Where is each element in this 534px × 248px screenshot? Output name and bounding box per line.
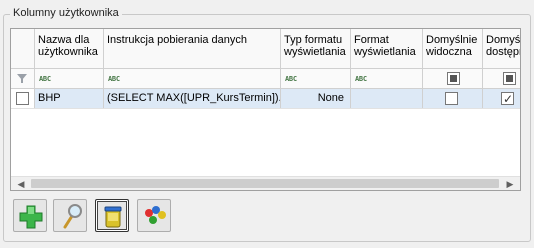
default-available-checkbox[interactable]: [501, 90, 514, 108]
colors-button[interactable]: [137, 199, 171, 232]
trash-icon: [104, 206, 122, 228]
header-default-available[interactable]: Domyślnie dostępna: [483, 29, 520, 68]
balls-icon: [145, 206, 166, 224]
cell-format-type[interactable]: None: [281, 89, 351, 108]
filter-checkbox-visible[interactable]: [447, 72, 460, 85]
horizontal-scrollbar[interactable]: ◀ ▶: [11, 176, 520, 190]
table-row[interactable]: BHP (SELECT MAX([UPR_KursTermin])... Non…: [11, 89, 520, 109]
text-filter-icon: ABC: [39, 75, 51, 83]
filter-format-type[interactable]: ABC: [281, 69, 351, 88]
row-select-checkbox[interactable]: [16, 92, 29, 105]
cell-default-visible[interactable]: [423, 89, 483, 108]
filter-name[interactable]: ABC: [35, 69, 104, 88]
groupbox-title: Kolumny użytkownika: [10, 7, 122, 19]
scroll-left-icon[interactable]: ◀: [13, 179, 29, 190]
grid-filter-row: ABC ABC ABC ABC: [11, 69, 520, 89]
add-button[interactable]: [13, 199, 47, 232]
default-visible-checkbox[interactable]: [445, 92, 458, 105]
filter-format[interactable]: ABC: [351, 69, 423, 88]
scroll-right-icon[interactable]: ▶: [502, 179, 518, 190]
filter-instruction[interactable]: ABC: [104, 69, 281, 88]
filter-default-available[interactable]: [483, 69, 520, 88]
text-filter-icon: ABC: [108, 75, 120, 83]
scroll-thumb[interactable]: [31, 179, 499, 188]
delete-button[interactable]: [95, 199, 129, 232]
filter-checkbox-available[interactable]: [503, 72, 516, 85]
cell-default-available[interactable]: [483, 89, 520, 108]
text-filter-icon: ABC: [285, 75, 297, 83]
edit-button[interactable]: [53, 199, 87, 232]
header-instruction[interactable]: Instrukcja pobierania danych: [104, 29, 281, 68]
filter-indicator: [11, 69, 35, 88]
header-indicator: [11, 29, 35, 68]
cell-instruction[interactable]: (SELECT MAX([UPR_KursTermin])...: [104, 89, 281, 108]
header-format-type[interactable]: Typ formatu wyświetlania: [281, 29, 351, 68]
row-selector[interactable]: [11, 89, 35, 108]
header-format[interactable]: Format wyświetlania: [351, 29, 423, 68]
magnifier-icon: [63, 204, 82, 229]
grid-header-row: Nazwa dla użytkownika Instrukcja pobiera…: [11, 29, 520, 69]
cell-name[interactable]: BHP: [35, 89, 104, 108]
header-name[interactable]: Nazwa dla użytkownika: [35, 29, 104, 68]
header-default-visible[interactable]: Domyślnie widoczna: [423, 29, 483, 68]
text-filter-icon: ABC: [355, 75, 367, 83]
filter-default-visible[interactable]: [423, 69, 483, 88]
add-icon: [19, 205, 43, 229]
columns-grid[interactable]: Nazwa dla użytkownika Instrukcja pobiera…: [10, 28, 521, 191]
cell-format[interactable]: [351, 89, 423, 108]
